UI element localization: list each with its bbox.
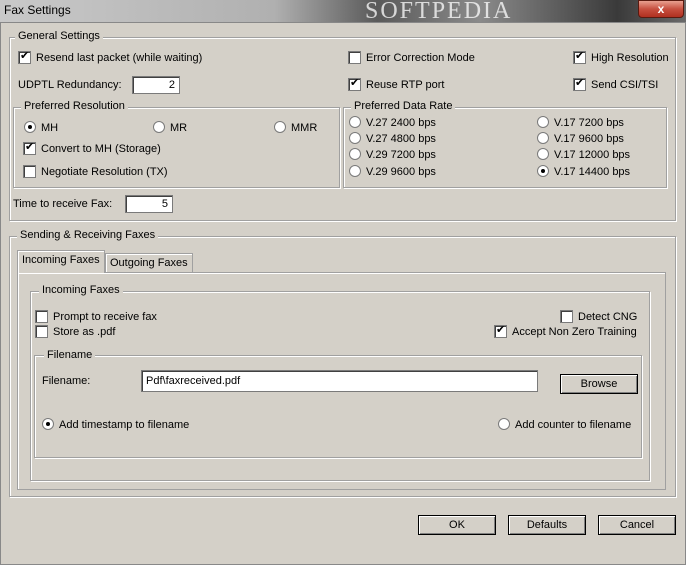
detect-cng-label: Detect CNG [578, 311, 638, 323]
error-correction-label: Error Correction Mode [366, 52, 475, 64]
add-timestamp-radio[interactable] [42, 418, 54, 430]
negotiate-resolution-label: Negotiate Resolution (TX) [41, 166, 168, 178]
prompt-to-receive-label: Prompt to receive fax [53, 311, 157, 323]
tab-outgoing-faxes-label: Outgoing Faxes [110, 257, 188, 269]
rate-v17-12000-label: V.17 12000 bps [554, 149, 631, 161]
rate-v27-2400-radio[interactable] [349, 116, 361, 128]
tab-incoming-faxes[interactable]: Incoming Faxes [17, 250, 105, 273]
rate-v17-9600-radio[interactable] [537, 132, 549, 144]
tab-incoming-faxes-label: Incoming Faxes [22, 254, 100, 266]
filename-legend: Filename [44, 349, 96, 361]
sending-receiving-legend: Sending & Receiving Faxes [17, 229, 159, 241]
accept-non-zero-training-label: Accept Non Zero Training [512, 326, 637, 338]
time-to-receive-input[interactable]: 5 [125, 195, 173, 213]
preferred-data-rate-legend: Preferred Data Rate [351, 100, 456, 112]
send-csi-tsi-checkbox[interactable] [573, 77, 586, 91]
reuse-rtp-port-checkbox[interactable] [348, 77, 361, 91]
rate-v17-14400-label: V.17 14400 bps [554, 166, 631, 178]
high-resolution-checkbox[interactable] [573, 50, 586, 64]
high-resolution-label: High Resolution [591, 52, 669, 64]
rate-v29-7200-label: V.29 7200 bps [366, 149, 436, 161]
resolution-mh-label: MH [41, 122, 59, 134]
tab-outgoing-faxes[interactable]: Outgoing Faxes [105, 253, 193, 272]
rate-v29-7200-radio[interactable] [349, 148, 361, 160]
add-counter-radio[interactable] [498, 418, 510, 430]
udptl-redundancy-label: UDPTL Redundancy: [18, 79, 122, 91]
general-settings-legend: General Settings [15, 30, 103, 42]
window-title: Fax Settings [4, 3, 71, 17]
reuse-rtp-port-label: Reuse RTP port [366, 79, 445, 91]
browse-button[interactable]: Browse [560, 374, 638, 394]
rate-v27-4800-label: V.27 4800 bps [366, 133, 436, 145]
rate-v17-7200-radio[interactable] [537, 116, 549, 128]
close-icon: x [657, 2, 665, 16]
close-button[interactable]: x [638, 0, 684, 18]
resolution-mmr-radio[interactable] [274, 121, 286, 133]
accept-non-zero-training-checkbox[interactable] [494, 324, 507, 338]
defaults-button[interactable]: Defaults [508, 515, 586, 535]
resolution-mh-radio[interactable] [24, 121, 36, 133]
time-to-receive-label: Time to receive Fax: [13, 198, 113, 210]
convert-to-mh-label: Convert to MH (Storage) [41, 143, 161, 155]
rate-v17-12000-radio[interactable] [537, 148, 549, 160]
title-bar: Fax Settings SOFTPEDIA x [0, 0, 686, 24]
resend-last-packet-label: Resend last packet (while waiting) [36, 52, 203, 64]
udptl-redundancy-input[interactable]: 2 [132, 76, 180, 94]
add-timestamp-label: Add timestamp to filename [59, 419, 190, 431]
detect-cng-checkbox[interactable] [560, 310, 573, 323]
rate-v17-9600-label: V.17 9600 bps [554, 133, 624, 145]
error-correction-checkbox[interactable] [348, 51, 361, 64]
filename-label: Filename: [42, 375, 91, 387]
add-counter-label: Add counter to filename [515, 419, 632, 431]
prompt-to-receive-checkbox[interactable] [35, 310, 48, 323]
filename-input[interactable]: Pdf\faxreceived.pdf [141, 370, 538, 392]
rate-v29-9600-label: V.29 9600 bps [366, 166, 436, 178]
rate-v27-4800-radio[interactable] [349, 132, 361, 144]
resend-last-packet-checkbox[interactable] [18, 50, 31, 64]
rate-v17-14400-radio[interactable] [537, 165, 549, 177]
store-as-pdf-label: Store as .pdf [53, 326, 116, 338]
negotiate-resolution-checkbox[interactable] [23, 165, 36, 178]
rate-v17-7200-label: V.17 7200 bps [554, 117, 624, 129]
ok-button[interactable]: OK [418, 515, 496, 535]
resolution-mr-label: MR [170, 122, 188, 134]
resolution-mr-radio[interactable] [153, 121, 165, 133]
cancel-button[interactable]: Cancel [598, 515, 676, 535]
rate-v29-9600-radio[interactable] [349, 165, 361, 177]
resolution-mmr-label: MMR [291, 122, 318, 134]
store-as-pdf-checkbox[interactable] [35, 325, 48, 338]
preferred-resolution-legend: Preferred Resolution [21, 100, 128, 112]
convert-to-mh-checkbox[interactable] [23, 141, 36, 155]
incoming-faxes-legend: Incoming Faxes [39, 284, 123, 296]
rate-v27-2400-label: V.27 2400 bps [366, 117, 436, 129]
send-csi-tsi-label: Send CSI/TSI [591, 79, 659, 91]
